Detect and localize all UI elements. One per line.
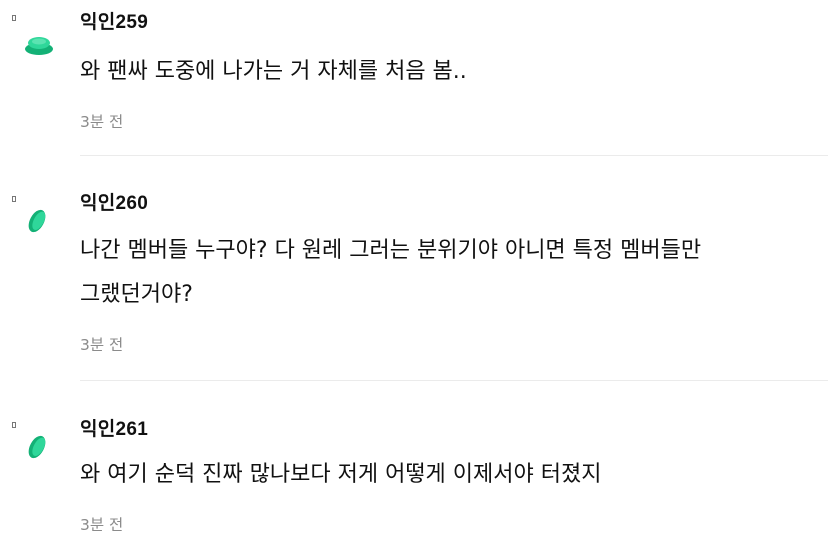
- comment-item: 익인259 와 팬싸 도중에 나가는 거 자체를 처음 봄.. 3분 전: [0, 12, 828, 132]
- green-disc-icon[interactable]: [24, 34, 54, 56]
- comment-list: 익인259 와 팬싸 도중에 나가는 거 자체를 처음 봄.. 3분 전 익인2…: [0, 0, 828, 551]
- marker-icon: [12, 15, 16, 21]
- comment-text: 와 팬싸 도중에 나가는 거 자체를 처음 봄..: [80, 59, 467, 84]
- comment-text: 나간 멤버들 누구야? 다 원레 그러는 분위기야 아니면 특정 멤버들만 그랬…: [80, 238, 702, 307]
- marker-icon: [12, 196, 16, 202]
- comment-time: 3분 전: [80, 336, 124, 354]
- comment-body: 익인260 나간 멤버들 누구야? 다 원레 그러는 분위기야 아니면 특정 멤…: [80, 193, 828, 355]
- divider: [80, 155, 828, 156]
- comment-body: 익인261 와 여기 순덕 진짜 많나보다 저게 어떻게 이제서야 터졌지 3분…: [80, 419, 828, 535]
- comment-item: 익인260 나간 멤버들 누구야? 다 원레 그러는 분위기야 아니면 특정 멤…: [0, 193, 828, 355]
- comment-time: 3분 전: [80, 516, 124, 534]
- comment-author[interactable]: 익인261: [80, 419, 816, 441]
- comment-author[interactable]: 익인260: [80, 193, 816, 215]
- comment-author[interactable]: 익인259: [80, 12, 816, 34]
- green-leaf-icon[interactable]: [24, 432, 50, 462]
- comment-time: 3분 전: [80, 113, 124, 131]
- divider: [80, 380, 828, 381]
- comment-item: 익인261 와 여기 순덕 진짜 많나보다 저게 어떻게 이제서야 터졌지 3분…: [0, 419, 828, 535]
- comment-body: 익인259 와 팬싸 도중에 나가는 거 자체를 처음 봄.. 3분 전: [80, 12, 828, 132]
- marker-icon: [12, 422, 16, 428]
- comment-text: 와 여기 순덕 진짜 많나보다 저게 어떻게 이제서야 터졌지: [80, 462, 602, 487]
- green-leaf-icon[interactable]: [24, 206, 50, 236]
